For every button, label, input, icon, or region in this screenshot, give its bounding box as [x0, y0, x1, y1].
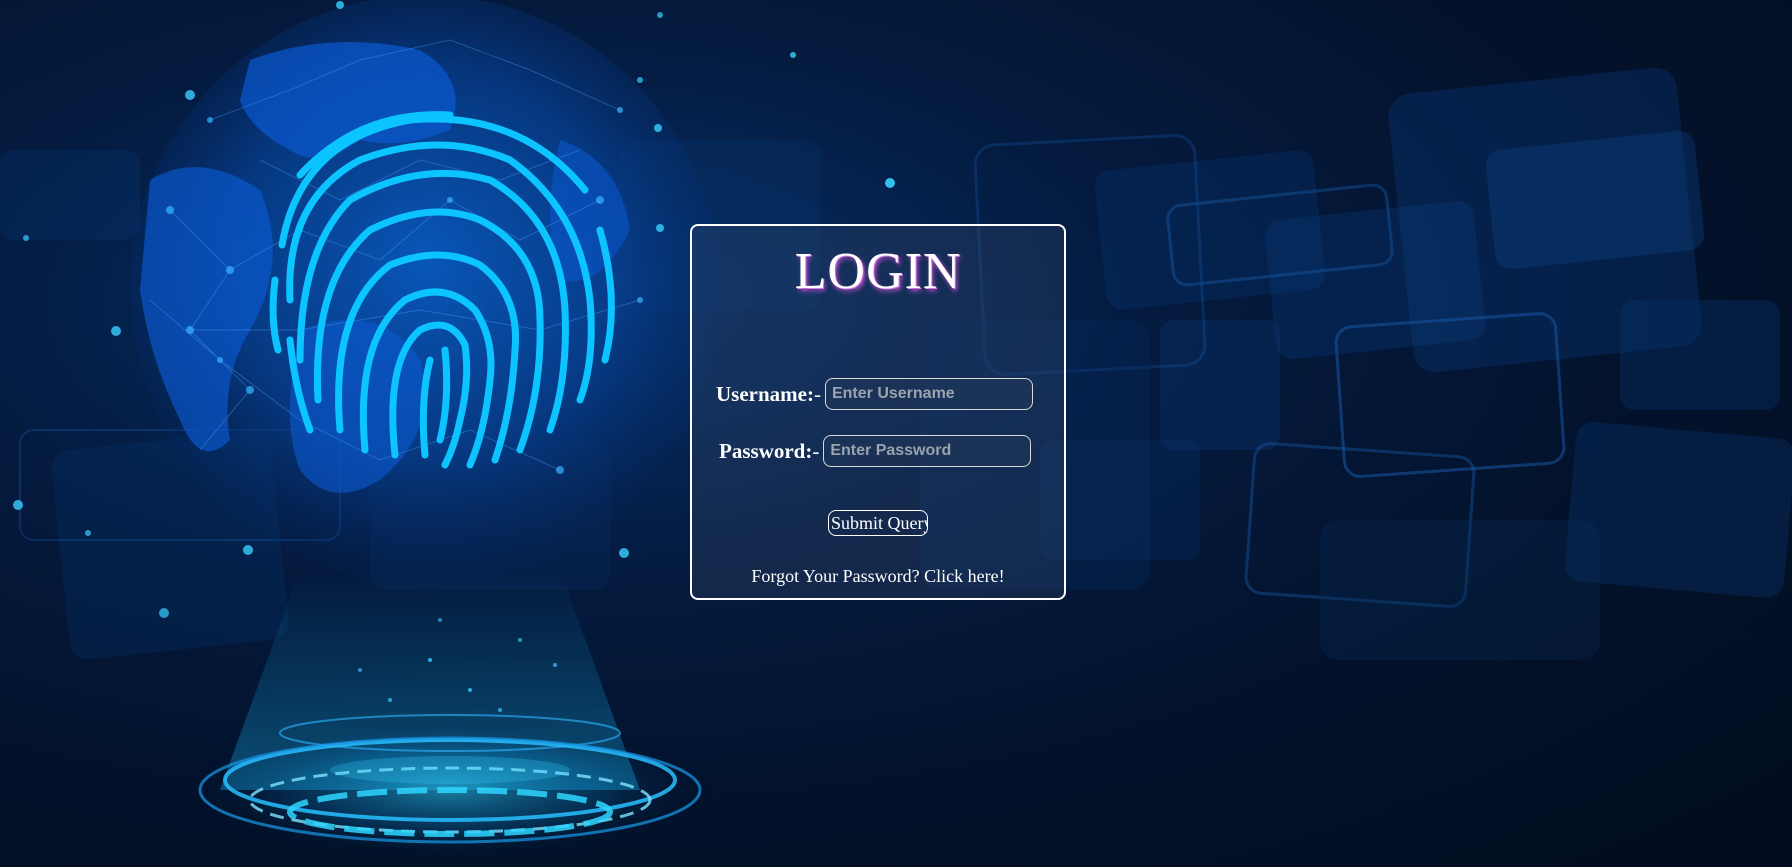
forgot-password-link[interactable]: Forgot Your Password? Click here! [692, 566, 1064, 587]
login-page: LOGIN Username: - Password: - Submit Que… [0, 0, 1792, 867]
login-title: LOGIN [794, 243, 962, 300]
password-row: Password: - [719, 435, 1032, 467]
username-input[interactable] [824, 378, 1033, 410]
password-input[interactable] [823, 435, 1032, 467]
username-label: Username: [716, 381, 814, 406]
username-row: Username: - [716, 378, 1033, 410]
username-label-separator: - [813, 381, 821, 406]
submit-button[interactable]: Submit Query [828, 510, 928, 536]
password-label: Password: [719, 438, 813, 463]
login-form: LOGIN Username: - Password: - Submit Que… [690, 224, 1066, 600]
password-label-separator: - [812, 438, 820, 463]
